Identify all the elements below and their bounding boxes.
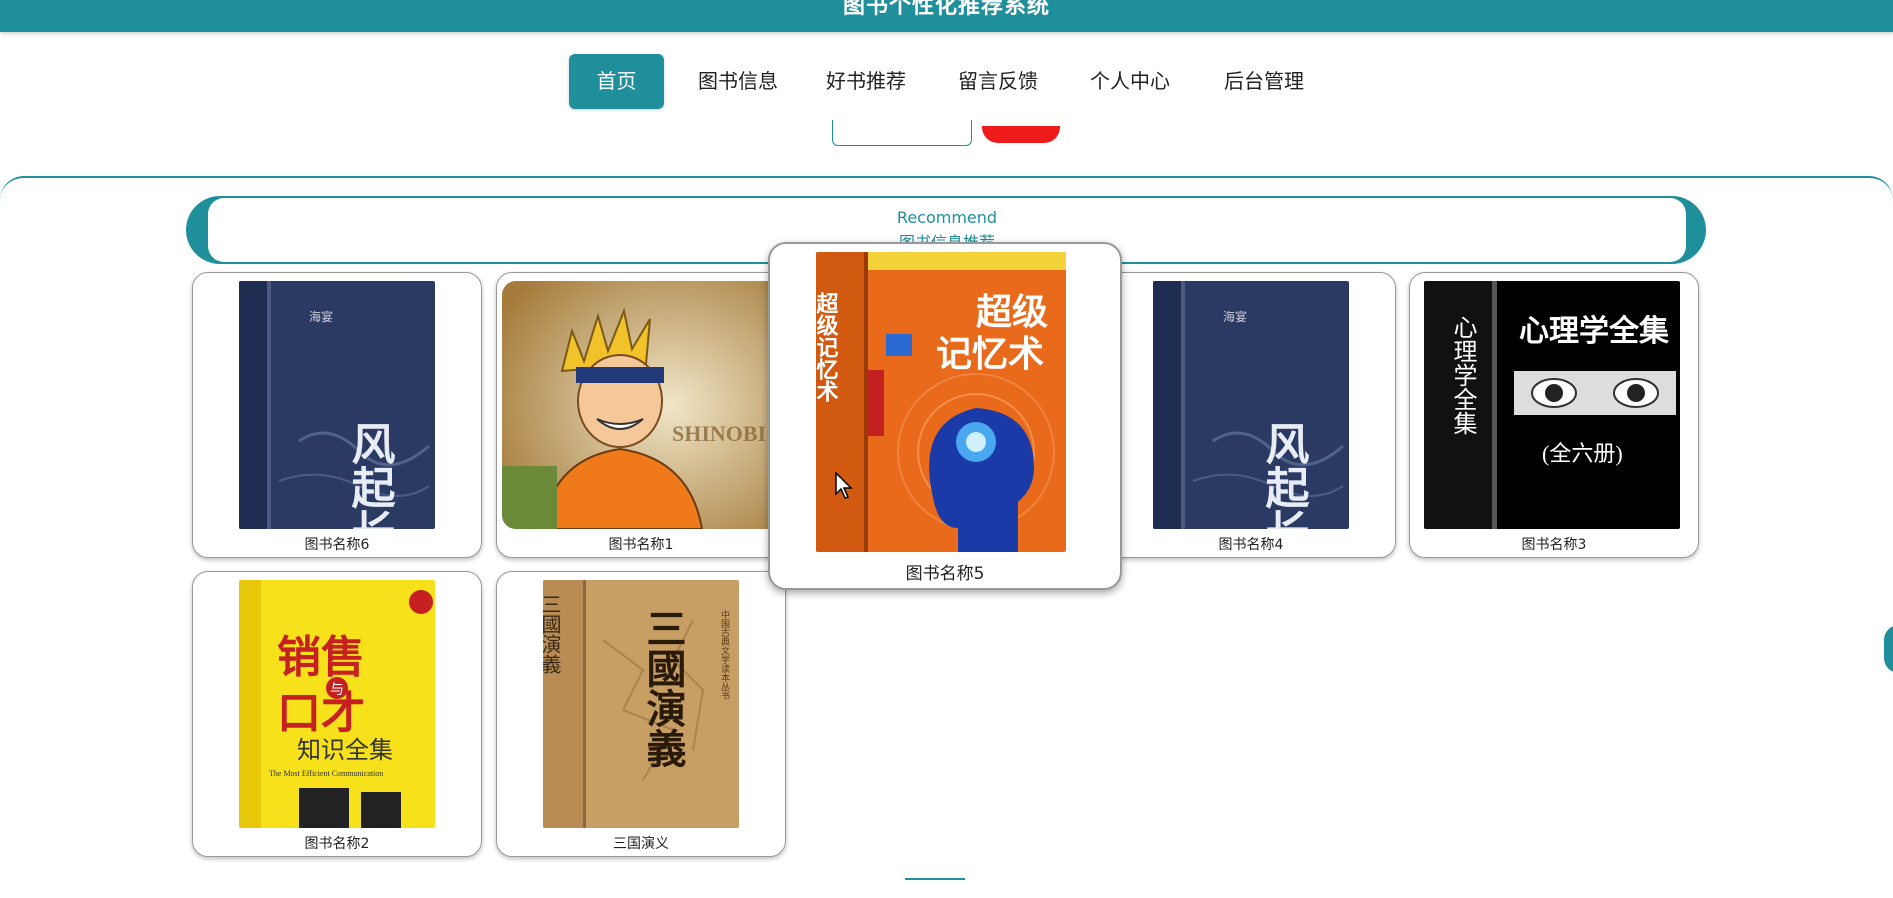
cover-title: 口才 xyxy=(277,689,365,738)
app-title: 图书个性化推荐系统 xyxy=(842,0,1050,19)
side-float-tab[interactable] xyxy=(1884,625,1893,673)
book-card[interactable]: 海宴 风起长林 图书名称6 xyxy=(192,272,482,558)
book-card[interactable]: 三國演義 三國演義 中国古典文学读本丛书 三国演义 xyxy=(496,571,786,857)
book-name[interactable]: 图书名称6 xyxy=(193,534,481,554)
nav-admin[interactable]: 后台管理 xyxy=(1214,54,1314,109)
nav-book-info[interactable]: 图书信息 xyxy=(688,54,788,109)
cover-title: SHINOBI xyxy=(672,421,766,446)
book-cover-psychology[interactable]: 心理学全集 心理学全集 (全六册) xyxy=(1424,281,1680,529)
cover-spine-title: 三國演義 xyxy=(543,594,561,674)
book-card[interactable]: SHINOBI 图书名称1 xyxy=(496,272,786,558)
cover-english: The Most Efficient Communication xyxy=(269,769,383,778)
book-name[interactable]: 图书名称5 xyxy=(770,559,1120,584)
main-nav: 首页 图书信息 好书推荐 留言反馈 个人中心 后台管理 xyxy=(0,54,1893,110)
nav-profile[interactable]: 个人中心 xyxy=(1080,54,1180,109)
book-card[interactable]: 海宴 风起长林 图书名称4 xyxy=(1106,272,1396,558)
nav-home[interactable]: 首页 xyxy=(569,54,664,109)
book-cover-naruto[interactable]: SHINOBI xyxy=(502,281,782,529)
cover-title: 风起长林 xyxy=(1259,421,1310,529)
more-link[interactable] xyxy=(905,878,965,886)
cover-title: 三國演義 xyxy=(641,608,687,768)
cover-subtitle: 知识全集 xyxy=(297,737,393,764)
search-input[interactable] xyxy=(832,120,972,146)
cover-title: 超级 xyxy=(976,292,1048,332)
cover-author: 海宴 xyxy=(1223,309,1247,324)
cover-author: 海宴 xyxy=(309,309,333,324)
header-bar: 图书个性化推荐系统 xyxy=(0,0,1893,32)
book-card[interactable]: 心理学全集 心理学全集 (全六册) 图书名称3 xyxy=(1409,272,1699,558)
nav-recommend[interactable]: 好书推荐 xyxy=(816,54,916,109)
book-cover-sales[interactable]: 销售 与 口才 知识全集 The Most Efficient Communic… xyxy=(239,580,435,828)
book-name[interactable]: 图书名称2 xyxy=(193,833,481,853)
cover-subtitle: (全六册) xyxy=(1542,441,1623,466)
cover-title: 心理学全集 xyxy=(1519,314,1670,348)
recommend-title-en: Recommend xyxy=(896,208,998,227)
nav-feedback[interactable]: 留言反馈 xyxy=(948,54,1048,109)
book-card[interactable]: 销售 与 口才 知识全集 The Most Efficient Communic… xyxy=(192,571,482,857)
cover-spine-title: 心理学全集 xyxy=(1449,315,1477,435)
mouse-cursor-icon xyxy=(835,471,853,504)
book-cover-wind-forest[interactable]: 海宴 风起长林 xyxy=(239,281,435,529)
book-cover-three-kingdoms[interactable]: 三國演義 三國演義 中国古典文学读本丛书 xyxy=(543,580,739,828)
book-cover-wind-forest[interactable]: 海宴 风起长林 xyxy=(1153,281,1349,529)
cover-series: 中国古典文学读本丛书 xyxy=(720,609,730,701)
book-name[interactable]: 图书名称4 xyxy=(1107,534,1395,554)
book-name[interactable]: 三国演义 xyxy=(497,833,785,853)
cover-title: 记忆术 xyxy=(936,334,1044,374)
book-name[interactable]: 图书名称1 xyxy=(497,534,785,554)
book-name[interactable]: 图书名称3 xyxy=(1410,534,1698,554)
book-card-hovered[interactable]: 超级记忆术 超级 记忆术 图书名称5 xyxy=(768,242,1122,590)
book-cover-memory[interactable]: 超级记忆术 超级 记忆术 xyxy=(816,252,1066,552)
search-button[interactable] xyxy=(982,126,1060,143)
cover-title: 销售 xyxy=(277,633,365,682)
cover-title: 风起长林 xyxy=(345,421,396,529)
cover-spine-title: 超级记忆术 xyxy=(816,292,839,402)
